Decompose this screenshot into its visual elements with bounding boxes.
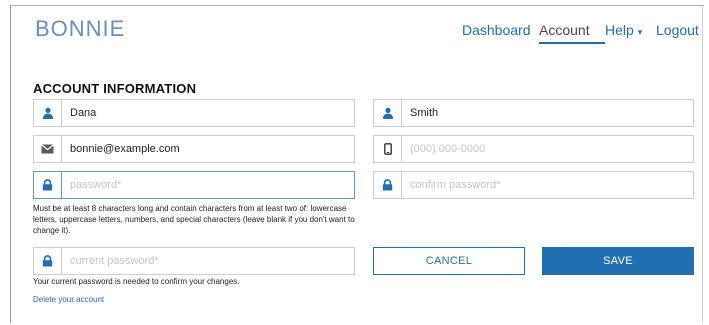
nav-dashboard[interactable]: Dashboard	[462, 22, 531, 38]
top-nav: Dashboard Account Help ▾ Logout	[11, 22, 704, 42]
nav-help-label: Help	[605, 22, 634, 38]
save-button[interactable]: SAVE	[542, 247, 694, 275]
email-input[interactable]	[62, 136, 354, 162]
delete-account-link[interactable]: Delete your account	[33, 295, 104, 304]
phone-field	[373, 135, 694, 163]
lock-icon	[34, 172, 62, 198]
cancel-button[interactable]: CANCEL	[373, 247, 525, 275]
last-name-field	[373, 99, 694, 127]
mobile-phone-icon	[374, 136, 402, 162]
chevron-down-icon: ▾	[637, 27, 643, 37]
lock-icon	[374, 172, 402, 198]
current-password-hint: Your current password is needed to confi…	[33, 277, 240, 286]
page-title: ACCOUNT INFORMATION	[33, 81, 197, 96]
email-field	[33, 135, 355, 163]
password-input[interactable]	[62, 172, 354, 198]
confirm-password-input[interactable]	[402, 172, 693, 198]
current-password-input[interactable]	[62, 248, 354, 274]
confirm-password-field	[373, 171, 694, 199]
current-password-field	[33, 247, 355, 275]
envelope-icon	[34, 136, 62, 162]
first-name-input[interactable]	[62, 100, 354, 126]
password-requirements-hint: Must be at least 8 characters long and c…	[33, 204, 355, 235]
app-frame: BONNIE Dashboard Account Help ▾ Logout A…	[10, 5, 704, 323]
nav-logout[interactable]: Logout	[656, 22, 699, 38]
password-field	[33, 171, 355, 199]
first-name-field	[33, 99, 355, 127]
phone-input[interactable]	[402, 136, 693, 162]
user-icon	[34, 100, 62, 126]
user-icon	[374, 100, 402, 126]
lock-icon	[34, 248, 62, 274]
active-tab-indicator	[539, 42, 605, 44]
last-name-input[interactable]	[402, 100, 693, 126]
nav-account[interactable]: Account	[539, 22, 590, 38]
nav-help[interactable]: Help ▾	[605, 22, 642, 38]
